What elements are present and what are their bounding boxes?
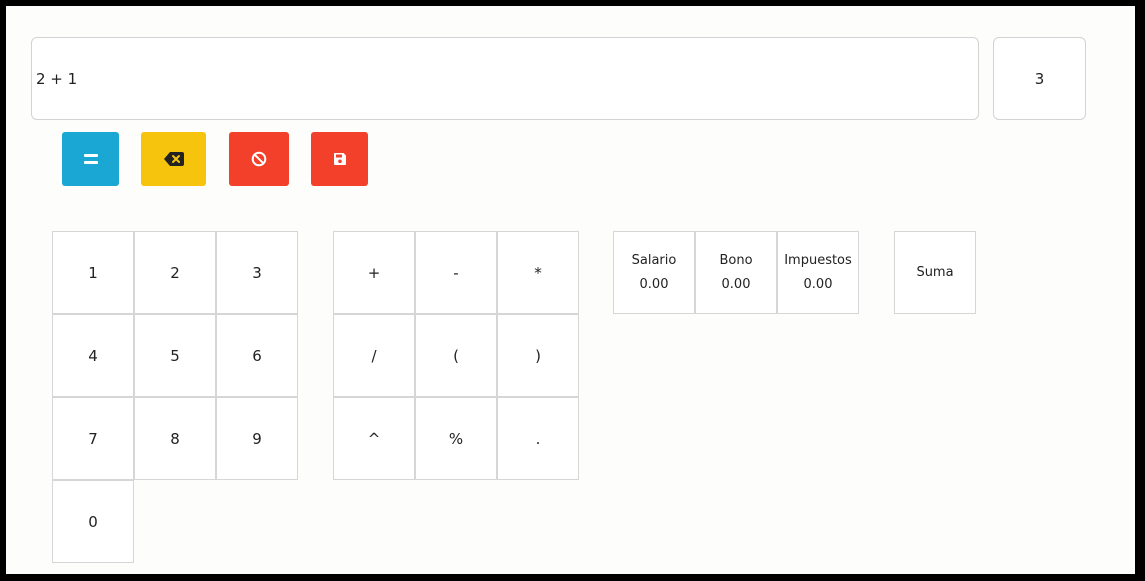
expression-input[interactable] bbox=[31, 37, 979, 120]
digit-key-9[interactable]: 9 bbox=[216, 397, 298, 480]
variable-key-impuestos[interactable]: Impuestos 0.00 bbox=[777, 231, 859, 314]
digit-key-7[interactable]: 7 bbox=[52, 397, 134, 480]
operator-key-power[interactable]: ^ bbox=[333, 397, 415, 480]
digit-key-4[interactable]: 4 bbox=[52, 314, 134, 397]
sum-function-label: Suma bbox=[916, 264, 954, 280]
digit-key-3[interactable]: 3 bbox=[216, 231, 298, 314]
variable-value: 0.00 bbox=[803, 276, 833, 292]
calculator-panel: 3 1 2 3 4 5 6 7 8 9 0 + - * / ( bbox=[6, 6, 1135, 574]
equals-icon bbox=[83, 154, 98, 164]
clear-button[interactable] bbox=[229, 132, 289, 186]
variable-key-salario[interactable]: Salario 0.00 bbox=[613, 231, 695, 314]
digit-key-0[interactable]: 0 bbox=[52, 480, 134, 563]
operator-key-percent[interactable]: % bbox=[415, 397, 497, 480]
backspace-icon bbox=[163, 152, 184, 166]
variable-key-bono[interactable]: Bono 0.00 bbox=[695, 231, 777, 314]
digit-key-2[interactable]: 2 bbox=[134, 231, 216, 314]
result-display: 3 bbox=[993, 37, 1086, 120]
variable-label: Salario bbox=[631, 252, 677, 268]
floppy-disk-icon bbox=[333, 153, 346, 165]
sum-function-button[interactable]: Suma bbox=[894, 231, 976, 314]
variable-value: 0.00 bbox=[721, 276, 751, 292]
variable-label: Impuestos bbox=[784, 252, 852, 268]
save-button[interactable] bbox=[311, 132, 368, 186]
digit-key-6[interactable]: 6 bbox=[216, 314, 298, 397]
operator-key-plus[interactable]: + bbox=[333, 231, 415, 314]
variable-value: 0.00 bbox=[639, 276, 669, 292]
operator-key-open-paren[interactable]: ( bbox=[415, 314, 497, 397]
operator-key-multiply[interactable]: * bbox=[497, 231, 579, 314]
digit-key-5[interactable]: 5 bbox=[134, 314, 216, 397]
operator-key-decimal[interactable]: . bbox=[497, 397, 579, 480]
operator-key-minus[interactable]: - bbox=[415, 231, 497, 314]
operator-key-divide[interactable]: / bbox=[333, 314, 415, 397]
digit-key-1[interactable]: 1 bbox=[52, 231, 134, 314]
equals-button[interactable] bbox=[62, 132, 119, 186]
ban-icon bbox=[251, 151, 267, 167]
backspace-button[interactable] bbox=[141, 132, 206, 186]
variable-label: Bono bbox=[719, 252, 753, 268]
operator-key-close-paren[interactable]: ) bbox=[497, 314, 579, 397]
digit-key-8[interactable]: 8 bbox=[134, 397, 216, 480]
